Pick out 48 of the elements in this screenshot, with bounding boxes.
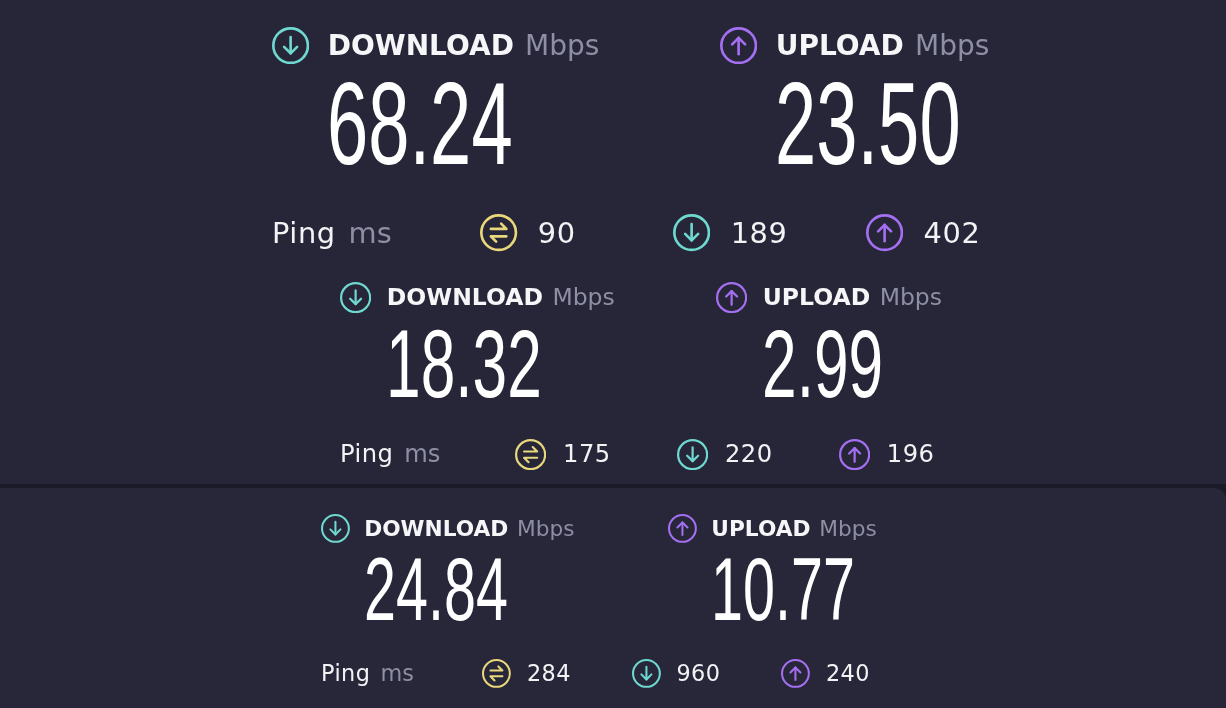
ping-label: Ping	[272, 218, 336, 248]
speed-value: 68.24	[327, 67, 513, 184]
arrow-down-circle-icon	[272, 27, 310, 65]
unit-label: ms	[348, 218, 392, 248]
latency-value: 284	[526, 662, 571, 685]
speed-label: UPLOAD	[775, 31, 904, 60]
arrow-up-circle-icon	[866, 214, 904, 252]
latency-value: 175	[563, 442, 611, 467]
swap-arrows-circle-icon	[480, 214, 518, 252]
swap-arrows-circle-icon	[514, 438, 547, 471]
arrow-down-circle-icon	[676, 438, 708, 471]
arrow-up-circle-icon	[781, 659, 811, 689]
arrow-down-circle-icon	[631, 659, 661, 689]
arrow-up-circle-icon	[716, 281, 748, 313]
latency-value: 240	[825, 662, 870, 685]
latency-value: 402	[923, 218, 981, 248]
speed-label: UPLOAD	[711, 517, 811, 540]
ping-label: Ping	[321, 662, 371, 685]
arrow-up-circle-icon	[720, 27, 758, 65]
speed-value: 18.32	[386, 315, 542, 413]
latency-value: 960	[676, 662, 721, 685]
latency-value: 189	[730, 218, 788, 248]
unit-label: ms	[404, 442, 441, 467]
unit-label: ms	[380, 662, 414, 685]
speed-label: DOWNLOAD	[327, 31, 514, 60]
unit-label: Mbps	[914, 31, 990, 60]
speed-label: DOWNLOAD	[386, 285, 543, 309]
swap-arrows-circle-icon	[482, 659, 512, 689]
unit-label: Mbps	[879, 285, 942, 309]
speed-value: 24.84	[363, 545, 508, 635]
speed-value: 10.77	[710, 545, 855, 635]
unit-label: Mbps	[525, 31, 600, 60]
arrow-down-circle-icon	[340, 281, 372, 313]
unit-label: Mbps	[517, 517, 575, 540]
speed-value: 23.50	[775, 67, 961, 184]
latency-value: 220	[724, 442, 773, 467]
arrow-up-circle-icon	[838, 438, 870, 471]
ping-label: Ping	[340, 442, 394, 467]
latency-value: 90	[537, 218, 576, 248]
arrow-up-circle-icon	[668, 514, 698, 543]
unit-label: Mbps	[819, 517, 877, 540]
arrow-down-circle-icon	[673, 214, 711, 252]
speed-value: 2.99	[762, 315, 884, 413]
arrow-down-circle-icon	[321, 514, 350, 543]
latency-value: 196	[886, 442, 935, 467]
unit-label: Mbps	[552, 285, 615, 309]
speed-label: DOWNLOAD	[364, 517, 509, 540]
speed-label: UPLOAD	[762, 285, 871, 309]
